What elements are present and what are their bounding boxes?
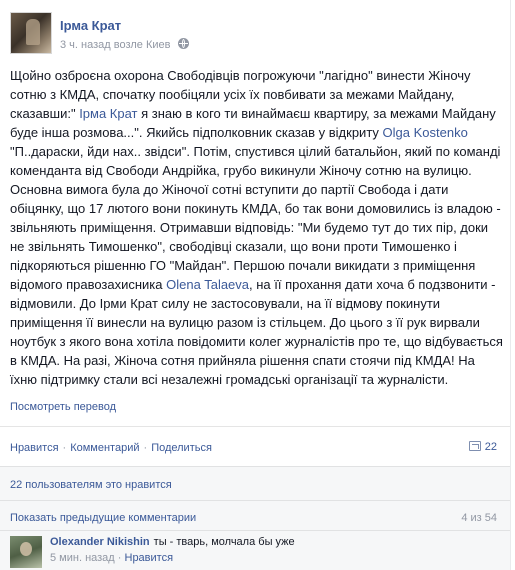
mention-link[interactable]: Ірма Крат <box>79 106 137 121</box>
author-avatar[interactable] <box>10 12 52 54</box>
post-text-segment: "П..дараски, йди нах.. звідси". Потім, с… <box>10 144 501 292</box>
separator-dot: · <box>143 442 148 454</box>
share-button[interactable]: Поделиться <box>151 442 212 454</box>
mention-link[interactable]: Olena Talaeva <box>166 277 249 292</box>
comment-text: ты - тварь, молчала бы уже <box>153 536 295 548</box>
comment-time[interactable]: 5 мин. назад <box>50 552 115 564</box>
globe-icon[interactable] <box>177 38 189 49</box>
like-button[interactable]: Нравится <box>10 442 59 454</box>
post-text: Щойно озброєна охорона Свободівців погро… <box>10 66 505 389</box>
show-previous-comments[interactable]: Показать предыдущие комментарии <box>10 512 196 524</box>
comment-meta: 5 мин. назад · Нравится <box>50 552 174 564</box>
comments-pager: 4 из 54 <box>461 512 497 524</box>
mention-link[interactable]: Olga Kostenko <box>383 125 468 140</box>
post-actions: Нравится · Комментарий · Поделиться <box>10 442 212 454</box>
comment-item: Olexander Nikishin ты - тварь, молчала бы… <box>10 534 500 568</box>
comment-body: Olexander Nikishin ты - тварь, молчала бы… <box>50 536 295 548</box>
post-text-segment: , на її прохання дати хоча б подзвонити … <box>10 277 503 387</box>
commenter-avatar[interactable] <box>10 536 42 568</box>
comment-like-button[interactable]: Нравится <box>125 552 174 564</box>
separator-dot: · <box>62 442 67 454</box>
share-icon <box>468 441 481 451</box>
scrollbar-edge <box>510 0 515 570</box>
share-count[interactable]: 22 <box>468 441 497 453</box>
divider <box>0 500 510 501</box>
likes-summary[interactable]: 22 пользователям это нравится <box>10 479 172 491</box>
post-header: Ірма Крат 3 ч. назад возле Киев <box>10 12 490 56</box>
divider <box>0 530 510 531</box>
post-time[interactable]: 3 ч. назад <box>60 39 111 51</box>
comment-button[interactable]: Комментарий <box>70 442 139 454</box>
divider <box>0 466 510 467</box>
see-translation-link[interactable]: Посмотреть перевод <box>10 401 116 413</box>
post-meta: 3 ч. назад возле Киев <box>60 38 189 51</box>
divider <box>0 426 510 427</box>
post-location[interactable]: возле Киев <box>114 39 171 51</box>
author-name[interactable]: Ірма Крат <box>60 18 121 33</box>
share-count-value: 22 <box>484 441 497 453</box>
commenter-name[interactable]: Olexander Nikishin <box>50 536 150 548</box>
